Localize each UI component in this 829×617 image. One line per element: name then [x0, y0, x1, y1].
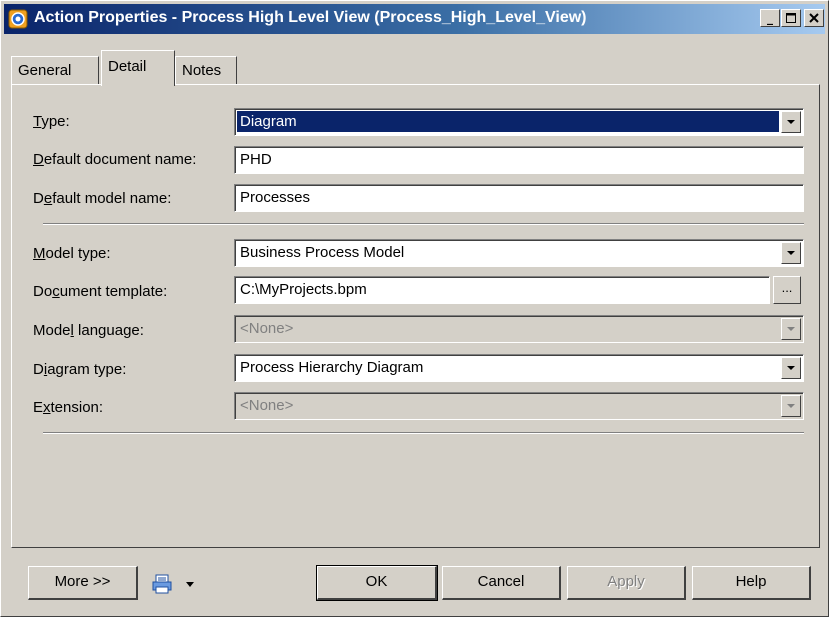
ok-button-label: OK [365, 573, 388, 590]
diagram-type-label: Diagram type: [33, 361, 127, 378]
more-button[interactable]: More >> [28, 566, 138, 600]
window-title: Action Properties - Process High Level V… [34, 9, 587, 26]
printer-icon [152, 574, 172, 594]
apply-button-label: Apply [607, 573, 645, 590]
model-type-value: Business Process Model [240, 244, 405, 261]
chevron-down-icon [781, 395, 801, 417]
separator [43, 432, 804, 434]
extension-select: <None> [234, 392, 804, 420]
chevron-down-icon[interactable] [185, 579, 195, 589]
default-model-name-input[interactable]: Processes [234, 184, 804, 212]
apply-button: Apply [567, 566, 686, 600]
document-template-label: Document template: [33, 283, 168, 300]
close-icon [809, 13, 819, 23]
cancel-button-label: Cancel [477, 573, 525, 590]
chevron-down-icon[interactable] [781, 242, 801, 264]
separator [43, 223, 804, 225]
maximize-button[interactable] [781, 9, 801, 27]
extension-value: <None> [240, 397, 294, 414]
minimize-icon: _ [767, 11, 773, 25]
chevron-down-icon[interactable] [781, 111, 801, 133]
tab-label: Detail [108, 58, 147, 75]
help-button[interactable]: Help [692, 566, 811, 600]
model-language-label: Model language: [33, 322, 144, 339]
diagram-type-select[interactable]: Process Hierarchy Diagram [234, 354, 804, 382]
tab-label: General [18, 62, 72, 79]
default-document-name-input[interactable]: PHD [234, 146, 804, 174]
document-template-value: C:\MyProjects.bpm [240, 281, 367, 298]
diagram-type-value: Process Hierarchy Diagram [240, 359, 424, 376]
type-select[interactable]: Diagram [234, 108, 804, 136]
model-type-label: Model type: [33, 245, 111, 262]
close-button[interactable] [804, 9, 824, 27]
model-language-select: <None> [234, 315, 804, 343]
title-bar[interactable]: Action Properties - Process High Level V… [4, 4, 825, 34]
model-language-value: <None> [240, 320, 294, 337]
default-document-name-value: PHD [240, 151, 272, 168]
minimize-button[interactable]: _ [760, 9, 780, 27]
document-template-input[interactable]: C:\MyProjects.bpm [234, 276, 770, 304]
help-button-label: Help [735, 573, 767, 590]
tab-general[interactable]: General [11, 56, 99, 84]
tab-label: Notes [182, 62, 222, 79]
default-document-name-label: Default document name: [33, 151, 197, 168]
ellipsis-icon: ... [781, 280, 793, 295]
cancel-button[interactable]: Cancel [442, 566, 561, 600]
print-button[interactable] [149, 572, 199, 596]
type-label: Type: [33, 113, 70, 130]
type-value: Diagram [237, 111, 779, 132]
tab-notes[interactable]: Notes [175, 56, 237, 84]
chevron-down-icon[interactable] [781, 357, 801, 379]
ok-button[interactable]: OK [316, 565, 438, 601]
model-type-select[interactable]: Business Process Model [234, 239, 804, 267]
app-icon [8, 9, 28, 29]
action-properties-dialog: Action Properties - Process High Level V… [0, 0, 829, 617]
maximize-icon [786, 13, 796, 23]
default-model-name-label: Default model name: [33, 190, 172, 207]
browse-button[interactable]: ... [773, 276, 801, 304]
extension-label: Extension: [33, 399, 104, 416]
more-button-label: More >> [54, 573, 111, 590]
default-model-name-value: Processes [240, 189, 311, 206]
chevron-down-icon [781, 318, 801, 340]
tab-detail[interactable]: Detail [101, 50, 175, 86]
